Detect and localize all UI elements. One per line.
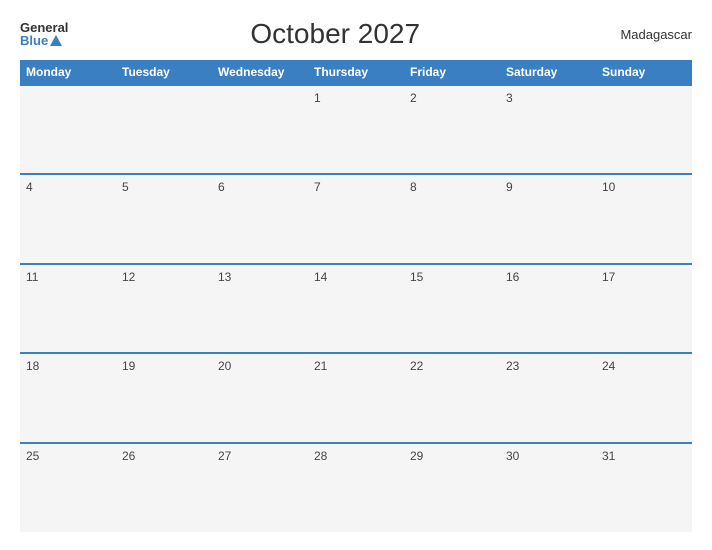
header-monday: Monday [20,60,116,85]
calendar-day-cell [20,85,116,174]
logo: General Blue [20,21,68,47]
calendar-day-cell: 27 [212,443,308,532]
day-number: 2 [410,91,494,105]
calendar-day-cell: 11 [20,264,116,353]
day-number: 27 [218,449,302,463]
calendar-day-cell: 1 [308,85,404,174]
day-number: 12 [122,270,206,284]
day-number: 13 [218,270,302,284]
calendar-day-cell: 7 [308,174,404,263]
day-number: 30 [506,449,590,463]
day-number: 20 [218,359,302,373]
header-saturday: Saturday [500,60,596,85]
day-number: 8 [410,180,494,194]
day-number: 24 [602,359,686,373]
calendar-day-cell: 12 [116,264,212,353]
header-sunday: Sunday [596,60,692,85]
day-number: 6 [218,180,302,194]
calendar-day-cell: 9 [500,174,596,263]
calendar-day-cell: 25 [20,443,116,532]
calendar-day-cell: 8 [404,174,500,263]
calendar-day-cell: 6 [212,174,308,263]
day-number: 26 [122,449,206,463]
header-thursday: Thursday [308,60,404,85]
calendar-day-cell: 19 [116,353,212,442]
calendar-day-cell: 23 [500,353,596,442]
day-number: 15 [410,270,494,284]
day-number: 4 [26,180,110,194]
logo-blue-text: Blue [20,34,68,47]
calendar-day-cell: 17 [596,264,692,353]
calendar-day-cell: 13 [212,264,308,353]
day-number: 23 [506,359,590,373]
day-number: 17 [602,270,686,284]
weekday-header-row: Monday Tuesday Wednesday Thursday Friday… [20,60,692,85]
day-number: 19 [122,359,206,373]
calendar-day-cell: 28 [308,443,404,532]
calendar-day-cell: 31 [596,443,692,532]
day-number: 11 [26,270,110,284]
logo-triangle-icon [50,35,62,46]
calendar-week-row: 456789 10 [20,174,692,263]
day-number: 3 [506,91,590,105]
calendar-day-cell: 5 [116,174,212,263]
calendar-week-row: 25 26 27 28 29 30 31 [20,443,692,532]
calendar-day-cell: 20 [212,353,308,442]
day-number: 31 [602,449,686,463]
calendar-day-cell: 10 [596,174,692,263]
day-number: 1 [314,91,398,105]
calendar-day-cell: 18 [20,353,116,442]
calendar-week-row: 11 12 13 14 15 16 17 [20,264,692,353]
day-number: 28 [314,449,398,463]
calendar-table: Monday Tuesday Wednesday Thursday Friday… [20,60,692,532]
calendar-day-cell: 30 [500,443,596,532]
calendar-week-row: 123 [20,85,692,174]
day-number: 21 [314,359,398,373]
calendar-day-cell: 16 [500,264,596,353]
calendar-day-cell [116,85,212,174]
day-number: 9 [506,180,590,194]
header-friday: Friday [404,60,500,85]
calendar-day-cell [212,85,308,174]
calendar-day-cell: 22 [404,353,500,442]
day-number: 14 [314,270,398,284]
calendar-day-cell: 21 [308,353,404,442]
calendar-day-cell: 3 [500,85,596,174]
calendar-week-row: 18 19 20 21 22 23 24 [20,353,692,442]
day-number: 22 [410,359,494,373]
calendar-day-cell: 4 [20,174,116,263]
calendar-header: General Blue October 2027 Madagascar [20,18,692,50]
calendar-day-cell: 2 [404,85,500,174]
country-label: Madagascar [602,27,692,42]
day-number: 29 [410,449,494,463]
calendar-title: October 2027 [68,18,602,50]
day-number: 16 [506,270,590,284]
day-number: 5 [122,180,206,194]
calendar-page: General Blue October 2027 Madagascar Mon… [0,0,712,550]
calendar-day-cell [596,85,692,174]
day-number: 10 [602,180,686,194]
day-number: 25 [26,449,110,463]
calendar-day-cell: 24 [596,353,692,442]
header-tuesday: Tuesday [116,60,212,85]
calendar-day-cell: 14 [308,264,404,353]
header-wednesday: Wednesday [212,60,308,85]
calendar-day-cell: 15 [404,264,500,353]
day-number: 18 [26,359,110,373]
calendar-day-cell: 29 [404,443,500,532]
day-number: 7 [314,180,398,194]
calendar-day-cell: 26 [116,443,212,532]
